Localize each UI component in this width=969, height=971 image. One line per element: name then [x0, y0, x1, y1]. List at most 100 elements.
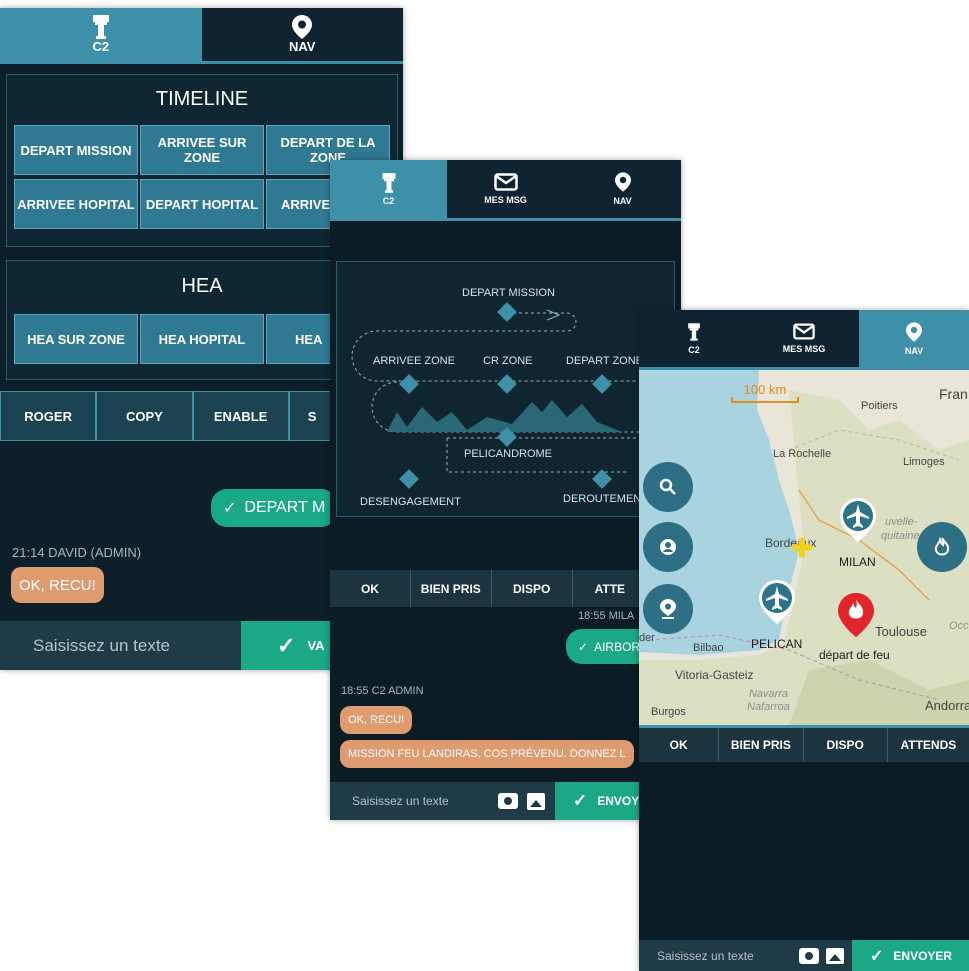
tab-label: MES MSG [782, 344, 826, 354]
quick-replies: OK BIEN PRIS DISPO ATTE [330, 570, 681, 607]
arrivee-hopital-button[interactable]: ARRIVEE HOPITAL [14, 179, 138, 229]
screen-nav-map: C2 MES MSG NAV 100 km Poitiers Fran La R… [639, 310, 969, 971]
map-place: Limoges [903, 456, 945, 468]
tab-mes-msg[interactable]: MES MSG [749, 310, 859, 367]
label-pelicandrome: PELICANDROME [464, 448, 553, 460]
quick-reply-enable[interactable]: ENABLE [192, 391, 289, 441]
quick-reply-bien-pris[interactable]: BIEN PRIS [410, 570, 492, 607]
map-place: Nafarroa [747, 701, 790, 713]
incoming-message: OK, RECU! [11, 567, 104, 603]
quick-reply-dispo[interactable]: DISPO [491, 570, 573, 607]
message-input-bar: Saisissez un texte ✓ ENVOYER [639, 940, 969, 971]
tab-label: NAV [904, 345, 924, 356]
user-icon [660, 539, 676, 555]
send-label: ENVOY [597, 794, 640, 808]
image-icon[interactable] [527, 793, 545, 810]
tab-mes-msg[interactable]: MES MSG [447, 160, 564, 218]
add-pin-button[interactable] [643, 584, 693, 634]
outgoing-message-meta: 18:55 MILA [578, 610, 635, 622]
timeline-title: TIMELINE [155, 88, 249, 110]
marker-milan[interactable] [840, 498, 876, 547]
tab-nav[interactable]: NAV [202, 8, 404, 61]
marker-pelican-label: PELICAN [751, 637, 803, 651]
message-input[interactable]: Saisissez un texte [639, 940, 852, 971]
map-pin-icon [614, 172, 631, 192]
map-place: Bilbao [693, 642, 724, 654]
mail-icon [793, 323, 815, 340]
screen-c2-timeline-diagram: C2 MES MSG NAV DEPART MISSION ARRIVEE ZO… [330, 160, 681, 820]
send-label: ENVOYER [893, 948, 953, 963]
marker-pelican[interactable] [759, 580, 795, 629]
tab-bar: C2 NAV [0, 8, 403, 64]
aircraft-position-icon: ✚ [791, 533, 813, 563]
incoming-message: OK, RECU! [340, 706, 413, 734]
mail-icon [493, 173, 518, 191]
tower-icon [92, 15, 109, 39]
check-icon: ✓ [277, 632, 296, 658]
marker-fire-label: départ de feu [819, 648, 890, 662]
image-icon[interactable] [826, 948, 844, 964]
quick-reply-attends[interactable]: ATTENDS [887, 728, 969, 762]
arrivee-sur-zone-button[interactable]: ARRIVEE SUR ZONE [140, 125, 264, 175]
send-label: VA [307, 638, 325, 653]
camera-icon[interactable] [498, 793, 518, 809]
quick-reply-ok[interactable]: OK [639, 728, 720, 762]
tab-bar: C2 MES MSG NAV [639, 310, 969, 370]
search-map-button[interactable] [643, 462, 693, 512]
tab-label: NAV [613, 196, 632, 206]
incoming-message-meta: 18:55 C2 ADMIN [341, 685, 424, 697]
hea-sur-zone-button[interactable]: HEA SUR ZONE [14, 314, 138, 364]
map-pin-icon [292, 15, 313, 39]
label-depart-zone: DEPART ZONE [566, 355, 644, 367]
message-input[interactable]: Saisissez un texte [330, 782, 555, 820]
check-icon: ✓ [223, 500, 237, 517]
outgoing-message-text: DEPART M [244, 499, 326, 516]
map-scale-line [731, 397, 799, 403]
tab-nav[interactable]: NAV [859, 310, 969, 367]
depart-hopital-button[interactable]: DEPART HOPITAL [140, 179, 264, 229]
quick-reply-copy[interactable]: COPY [96, 391, 193, 441]
tab-c2[interactable]: C2 [0, 8, 202, 61]
map-place: La Rochelle [773, 448, 832, 460]
send-button[interactable]: ✓ ENVOYER [852, 940, 969, 971]
check-icon: ✓ [573, 791, 588, 810]
tab-nav[interactable]: NAV [564, 160, 681, 218]
input-placeholder: Saisissez un texte [352, 794, 449, 808]
map-pin-icon [906, 321, 922, 342]
quick-reply-dispo[interactable]: DISPO [803, 728, 888, 762]
camera-icon[interactable] [799, 948, 819, 964]
map-view[interactable]: 100 km Poitiers Fran La Rochelle Limoges… [639, 370, 969, 725]
map-scale-bar: 100 km [731, 382, 799, 403]
tower-icon [688, 323, 700, 341]
quick-reply-roger[interactable]: ROGER [0, 391, 97, 441]
tab-label: C2 [688, 345, 700, 355]
tab-c2[interactable]: C2 [639, 310, 749, 367]
tab-label: NAV [289, 39, 316, 54]
flame-icon [934, 537, 950, 556]
fire-layer-button[interactable] [917, 522, 967, 572]
quick-reply-bien-pris[interactable]: BIEN PRIS [719, 728, 804, 762]
pin-icon [660, 599, 676, 619]
message-input[interactable]: Saisissez un texte [0, 621, 241, 670]
incoming-message: MISSION FEU LANDIRAS, COS PRÉVENU. DONNE… [340, 740, 634, 768]
map-place: der [639, 632, 655, 644]
fire-marker-icon [838, 593, 874, 637]
user-location-button[interactable] [643, 522, 693, 572]
map-place: Occ [949, 620, 969, 632]
depart-mission-button[interactable]: DEPART MISSION [14, 125, 138, 175]
marker-fire[interactable] [838, 593, 874, 642]
label-desengagement: DESENGAGEMENT [360, 496, 461, 508]
timeline-diagram: DEPART MISSION ARRIVEE ZONE CR ZONE DEPA… [336, 261, 675, 517]
message-input-bar: Saisissez un texte ✓ ENVOY [330, 782, 681, 820]
incoming-message-meta: 21:14 DAVID (ADMIN) [12, 545, 142, 560]
hea-hopital-button[interactable]: HEA HOPITAL [140, 314, 264, 364]
label-deroutement: DEROUTEMENT [563, 493, 648, 505]
quick-reply-ok[interactable]: OK [330, 570, 411, 607]
label-arrivee-zone: ARRIVEE ZONE [373, 355, 455, 367]
outgoing-message-text: AIRBOR [594, 639, 641, 654]
map-place: Toulouse [875, 624, 928, 639]
tab-c2[interactable]: C2 [330, 160, 447, 218]
tab-bar: C2 MES MSG NAV [330, 160, 681, 221]
label-cr-zone: CR ZONE [483, 355, 533, 367]
input-placeholder: Saisissez un texte [657, 948, 754, 963]
